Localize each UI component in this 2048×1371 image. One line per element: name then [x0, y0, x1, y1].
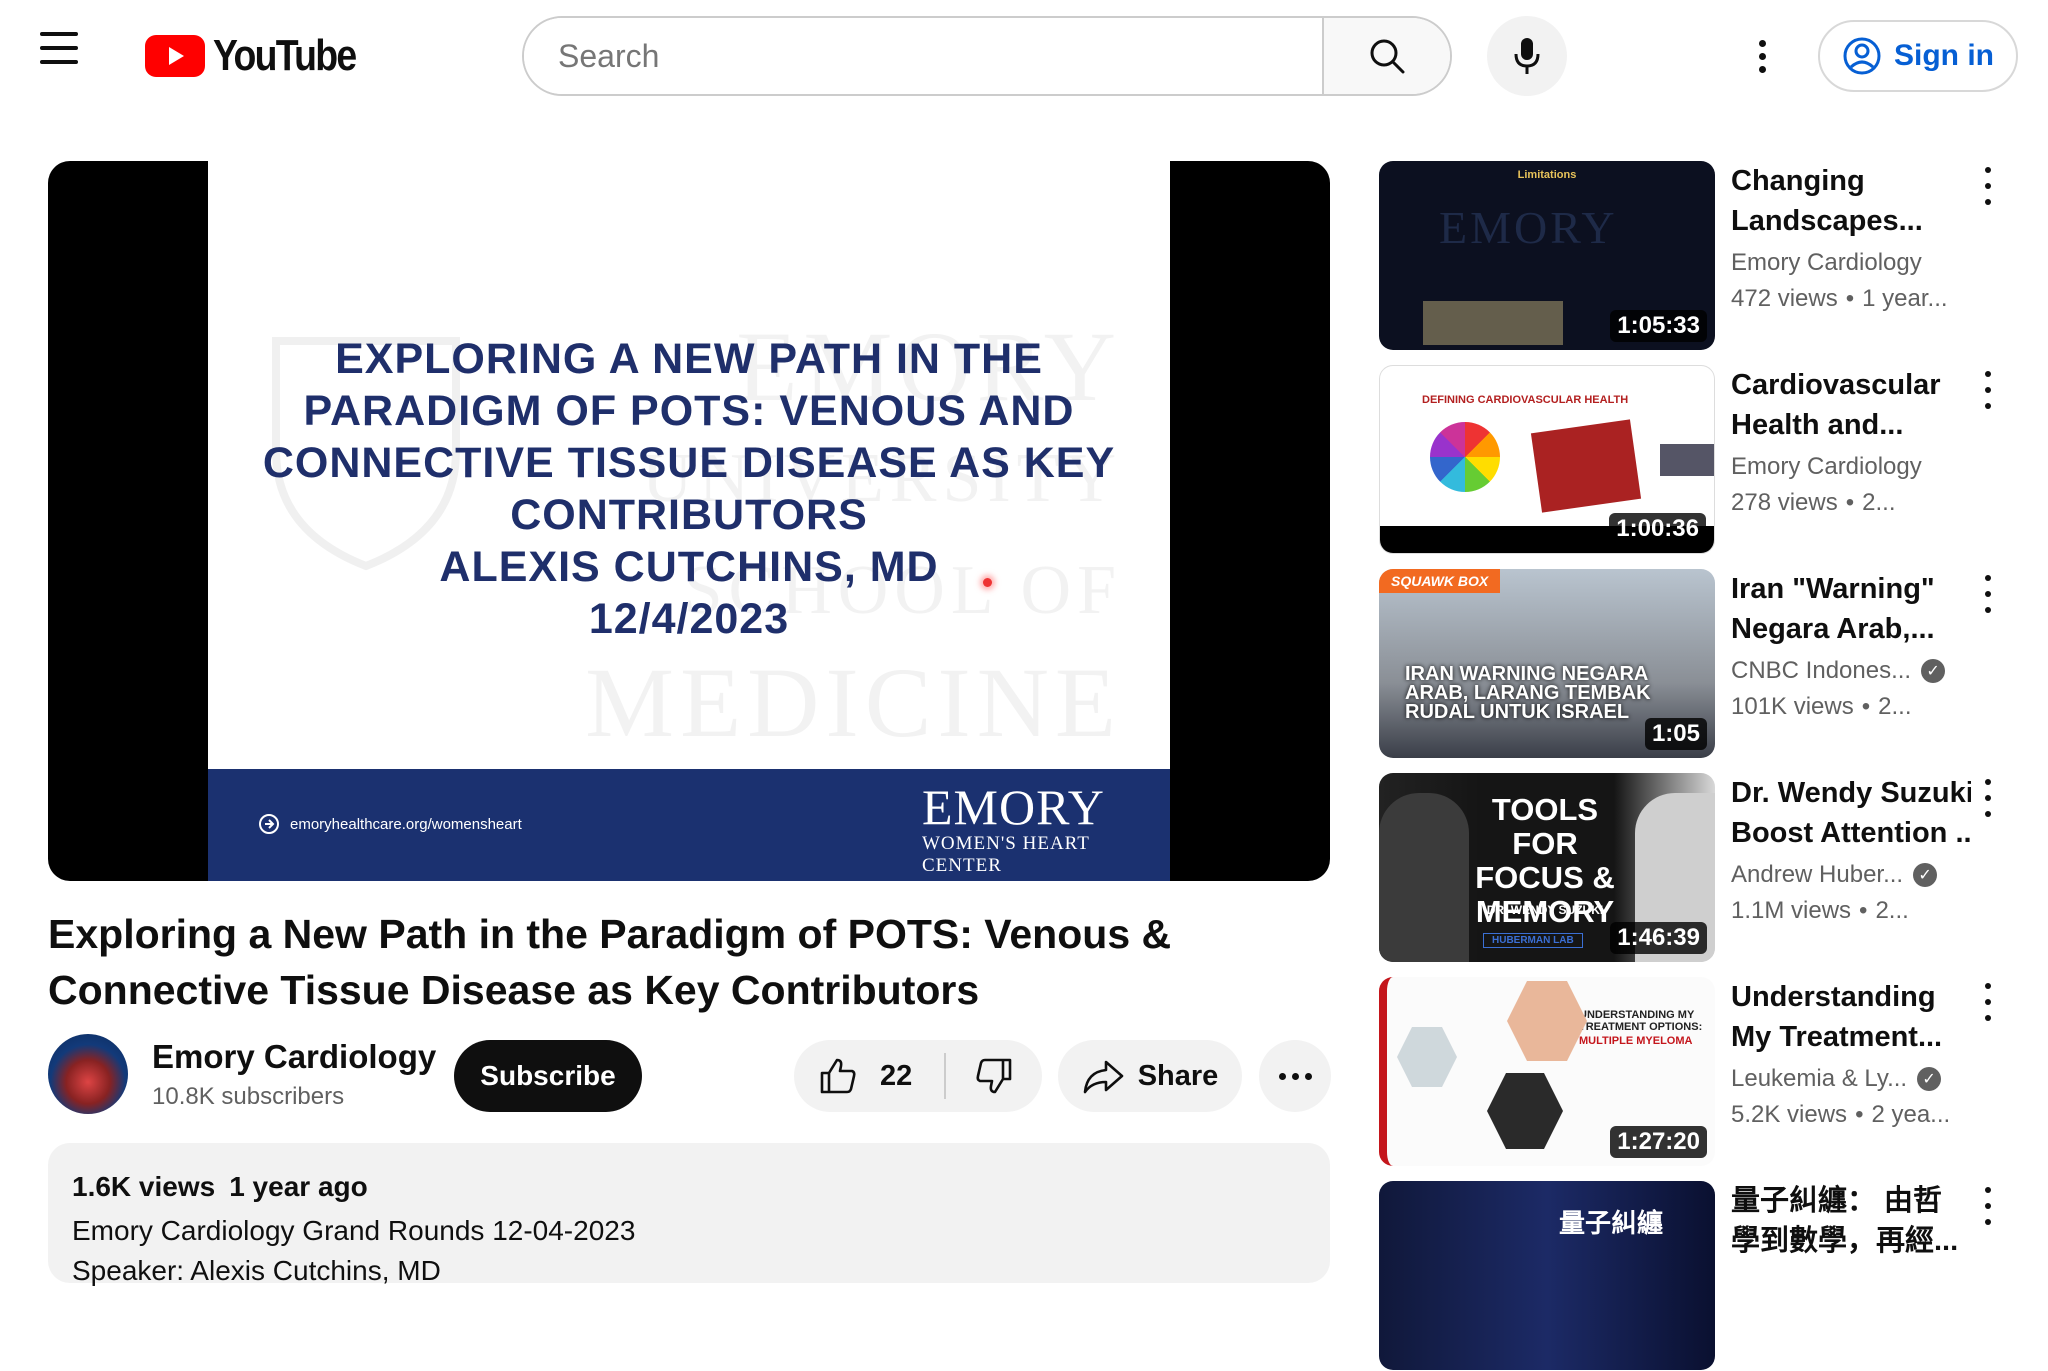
recommendation-menu-icon[interactable] — [1973, 983, 2003, 1021]
video-thumbnail[interactable]: Limitations EMORY 1:05:33 — [1379, 161, 1715, 350]
emory-womens-heart-logo: EMORY WOMEN'S HEART CENTER — [922, 779, 1105, 876]
channel-name[interactable]: Emory Cardiology — [152, 1038, 436, 1076]
recommendation-item[interactable]: Limitations EMORY 1:05:33 Changing Landsc… — [1379, 161, 2009, 351]
video-frame: EMORY UNIVERSITY SCHOOL OF MEDICINE EXPL… — [208, 161, 1170, 881]
recommendation-channel[interactable]: Emory Cardiology — [1731, 453, 1922, 481]
recommendation-meta: 472 views • 1 year... — [1731, 285, 1948, 312]
recommendation-meta: 1.1M views • 2... — [1731, 897, 1909, 924]
more-actions-button[interactable] — [1259, 1040, 1331, 1112]
recommendation-channel[interactable]: Emory Cardiology — [1731, 249, 1922, 277]
laser-pointer-dot — [983, 578, 992, 587]
video-title: Exploring a New Path in the Paradigm of … — [48, 911, 1172, 1013]
thumbs-down-icon — [976, 1058, 1012, 1094]
recommendation-menu-icon[interactable] — [1973, 1187, 2003, 1225]
youtube-play-icon — [145, 35, 205, 77]
share-label: Share — [1137, 1059, 1219, 1092]
recommendation-item[interactable]: SQUAWK BOX IRAN WARNING NEGARA ARAB, LAR… — [1379, 569, 2009, 759]
search-icon — [1370, 39, 1405, 74]
account-icon — [1843, 37, 1881, 75]
video-thumbnail[interactable]: 量子糾纏 — [1379, 1181, 1715, 1370]
verified-icon: ✓ — [1921, 659, 1946, 683]
recommendation-menu-icon[interactable] — [1973, 575, 2003, 613]
recommendation-item[interactable]: UNDERSTANDING MY TREATMENT OPTIONS: MULT… — [1379, 977, 2009, 1167]
recommendation-title[interactable]: Cardiovascular Health and... — [1731, 365, 1971, 445]
recommendation-menu-icon[interactable] — [1973, 779, 2003, 817]
dislike-button[interactable] — [946, 1056, 1042, 1096]
recommendation-channel[interactable]: Leukemia & Ly... ✓ — [1731, 1065, 1942, 1093]
arrow-circle-icon — [259, 814, 279, 834]
share-arrow-icon — [1083, 1060, 1123, 1094]
subscriber-count: 10.8K subscribers — [152, 1083, 345, 1110]
like-button[interactable]: 22 — [794, 1056, 932, 1096]
slide-footer: emoryhealthcare.org/womensheart EMORY WO… — [208, 769, 1170, 881]
recommendation-meta: 5.2K views • 2 yea... — [1731, 1101, 1951, 1128]
slide-url: emoryhealthcare.org/womensheart — [258, 813, 522, 835]
verified-icon: ✓ — [1913, 863, 1938, 887]
thumbs-up-icon — [820, 1058, 856, 1094]
upload-age: 1 year ago — [229, 1171, 368, 1202]
recommendation-title[interactable]: Changing Landscapes... — [1731, 161, 1971, 241]
video-thumbnail[interactable]: UNDERSTANDING MY TREATMENT OPTIONS: MULT… — [1379, 977, 1715, 1166]
recommendation-meta: 278 views • 2... — [1731, 489, 1896, 516]
recommendation-title[interactable]: 量子糾纏： 由哲 學到數學，再經... — [1731, 1181, 1971, 1261]
sign-in-label: Sign in — [1894, 39, 1994, 72]
search-bar — [522, 16, 1452, 96]
like-dislike-group: 22 — [794, 1040, 1042, 1112]
microphone-icon — [1514, 38, 1540, 74]
slide-title: EXPLORING A NEW PATH IN THE PARADIGM OF … — [262, 335, 1116, 643]
channel-avatar[interactable] — [48, 1034, 128, 1114]
verified-icon: ✓ — [1917, 1067, 1942, 1091]
video-thumbnail[interactable]: SQUAWK BOX IRAN WARNING NEGARA ARAB, LAR… — [1379, 569, 1715, 758]
video-thumbnail[interactable]: DEFINING CARDIOVASCULAR HEALTH 1:00:36 — [1379, 365, 1715, 554]
sign-in-button[interactable]: Sign in — [1818, 20, 2018, 92]
search-input[interactable] — [524, 18, 1322, 94]
like-count: 22 — [880, 1059, 913, 1092]
recommendation-title[interactable]: Iran "Warning" Negara Arab,... — [1731, 569, 1971, 649]
recommendation-menu-icon[interactable] — [1973, 167, 2003, 205]
description-text: Emory Cardiology Grand Rounds 12-04-2023… — [72, 1215, 636, 1286]
share-button[interactable]: Share — [1058, 1040, 1242, 1112]
recommendation-channel[interactable]: Andrew Huber... ✓ — [1731, 861, 1938, 889]
voice-search-button[interactable] — [1487, 16, 1567, 96]
recommendation-item[interactable]: TOOLS FOR FOCUS & MEMORY DR. WENDY SUZUK… — [1379, 773, 2009, 963]
recommendation-item[interactable]: 量子糾纏 量子糾纏： 由哲 學到數學，再經... — [1379, 1181, 2009, 1371]
recommendation-channel[interactable]: CNBC Indones... ✓ — [1731, 657, 1946, 685]
recommendation-menu-icon[interactable] — [1973, 371, 2003, 409]
recommendation-title[interactable]: Dr. Wendy Suzuki: Boost Attention ... — [1731, 773, 1971, 853]
youtube-logo[interactable]: YouTube — [145, 31, 381, 80]
recommendation-meta: 101K views • 2... — [1731, 693, 1912, 720]
view-count: 1.6K views — [72, 1171, 216, 1202]
search-button[interactable] — [1322, 18, 1450, 94]
subscribe-button[interactable]: Subscribe — [454, 1040, 642, 1112]
recommendation-item[interactable]: DEFINING CARDIOVASCULAR HEALTH 1:00:36 C… — [1379, 365, 2009, 555]
recommendation-title[interactable]: Understanding My Treatment... — [1731, 977, 1971, 1057]
settings-kebab-icon[interactable] — [1742, 36, 1782, 76]
video-thumbnail[interactable]: TOOLS FOR FOCUS & MEMORY DR. WENDY SUZUK… — [1379, 773, 1715, 962]
view-stats: 1.6K views 1 year ago — [72, 1171, 368, 1203]
menu-icon[interactable] — [40, 28, 84, 72]
logo-text: YouTube — [213, 31, 357, 80]
video-player[interactable]: EMORY UNIVERSITY SCHOOL OF MEDICINE EXPL… — [48, 161, 1330, 881]
description-box[interactable]: 1.6K views 1 year ago Emory Cardiology Gr… — [48, 1143, 1330, 1286]
